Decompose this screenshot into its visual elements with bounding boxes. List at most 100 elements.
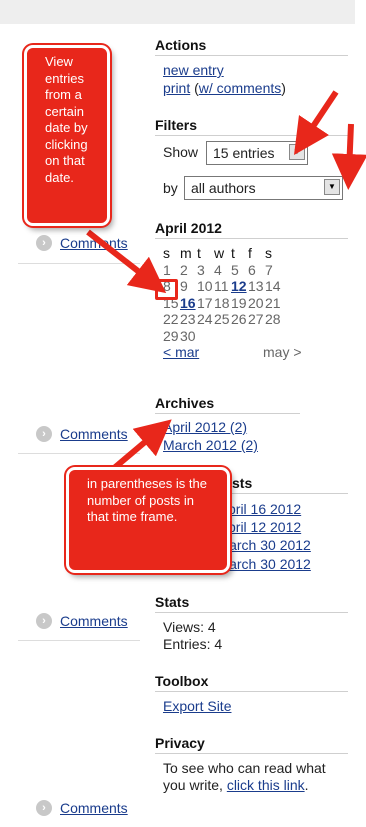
- calendar-day: 2: [180, 261, 188, 278]
- calendar-day: 9: [180, 278, 188, 294]
- calendar-week: 15 16 17 18 19 20 21: [163, 295, 323, 312]
- calendar-day: 19: [231, 294, 247, 311]
- calendar-day: [231, 328, 248, 345]
- recent-post-item[interactable]: larch 30 2012: [226, 537, 311, 553]
- toolbox-heading: Toolbox: [155, 673, 209, 689]
- top-bar: [0, 0, 355, 24]
- privacy-heading: Privacy: [155, 735, 205, 751]
- archive-item[interactable]: March 2012 (2): [163, 437, 258, 453]
- privacy-link[interactable]: click this link: [227, 777, 305, 793]
- calendar-day: 23: [180, 311, 196, 327]
- weekday-label: t: [231, 245, 235, 261]
- divider: [155, 753, 348, 754]
- comments-link[interactable]: Comments: [60, 235, 128, 251]
- calendar-day: 5: [231, 261, 239, 278]
- calendar-day: 22: [163, 311, 179, 327]
- weekday-label: s: [163, 245, 170, 261]
- comments-link[interactable]: Comments: [60, 613, 128, 629]
- calendar-day: [265, 328, 282, 345]
- calendar-day: 1: [163, 261, 171, 278]
- weekday-label: t: [197, 245, 201, 261]
- calendar-day: 18: [214, 294, 230, 311]
- calendar-week: 8 9 10 11 12 13 14: [163, 278, 323, 295]
- comments-row[interactable]: › Comments: [36, 423, 128, 445]
- comments-link[interactable]: Comments: [60, 426, 128, 442]
- show-label: Show: [163, 144, 199, 160]
- comments-row[interactable]: › Comments: [36, 610, 128, 632]
- calendar-day: [214, 328, 231, 345]
- calendar-day: 24: [197, 311, 213, 327]
- divider: [18, 263, 140, 264]
- annotation-note-date: View entries from a certain date by clic…: [24, 45, 110, 226]
- archives-heading: Archives: [155, 395, 215, 411]
- stats-entries: Entries: 4: [163, 636, 223, 652]
- new-entry-link[interactable]: new entry: [163, 62, 224, 78]
- author-select[interactable]: all authors ▼: [184, 176, 343, 200]
- calendar-day-link[interactable]: 16: [180, 295, 196, 311]
- calendar-day: 26: [231, 311, 247, 327]
- arrow-to-show-select: [294, 90, 339, 155]
- print-link[interactable]: print: [163, 80, 190, 96]
- weekday-label: s: [265, 245, 272, 261]
- calendar-day: 20: [248, 294, 264, 311]
- calendar-day: 14: [265, 278, 281, 294]
- chevron-down-icon[interactable]: ▼: [324, 179, 340, 195]
- recent-post-item[interactable]: pril 16 2012: [228, 501, 301, 517]
- stats-views: Views: 4: [163, 619, 216, 635]
- calendar-week: 29 30: [163, 328, 323, 345]
- calendar-day: 25: [214, 311, 230, 327]
- privacy-text-line2: you write, click this link.: [163, 777, 309, 793]
- filters-heading: Filters: [155, 117, 198, 133]
- print-links: print (w/ comments): [163, 80, 286, 96]
- divider: [155, 135, 348, 136]
- calendar-day: 27: [248, 311, 264, 327]
- chevron-down-icon[interactable]: ▼: [289, 144, 305, 160]
- calendar-week: 1234567: [163, 262, 323, 279]
- weekday-label: w: [214, 245, 225, 261]
- weekday-label: f: [248, 245, 252, 261]
- calendar-weekdays: smtwtfs: [163, 245, 323, 262]
- divider: [232, 493, 348, 494]
- calendar-day: 3: [197, 261, 205, 278]
- calendar-day: 30: [180, 327, 196, 344]
- divider: [155, 238, 348, 239]
- calendar-day-link[interactable]: 12: [231, 278, 247, 294]
- calendar-day: 7: [265, 261, 273, 278]
- calendar-day: [197, 328, 214, 345]
- calendar-day: 10: [197, 278, 213, 294]
- calendar-day: 11: [214, 278, 229, 294]
- chevron-right-icon: ›: [36, 426, 52, 442]
- calendar-day: 13: [248, 278, 264, 294]
- calendar-day: [248, 328, 265, 345]
- recent-post-item[interactable]: pril 12 2012: [228, 519, 301, 535]
- chevron-right-icon: ›: [36, 800, 52, 816]
- calendar-day: 29: [163, 327, 179, 344]
- export-site-link[interactable]: Export Site: [163, 698, 231, 714]
- comments-link[interactable]: Comments: [60, 800, 128, 816]
- chevron-right-icon: ›: [36, 235, 52, 251]
- calendar-day: 17: [197, 294, 213, 311]
- show-select-value: 15 entries: [213, 145, 275, 161]
- next-month-text: may >: [263, 344, 302, 360]
- actions-heading: Actions: [155, 37, 207, 53]
- calendar-day: 6: [248, 261, 256, 278]
- calendar-day: 28: [265, 311, 281, 327]
- divider: [18, 640, 140, 641]
- stats-heading: Stats: [155, 594, 190, 610]
- divider: [155, 691, 348, 692]
- divider: [155, 612, 348, 613]
- highlight-box: [155, 279, 178, 300]
- archive-item[interactable]: April 2012 (2): [163, 419, 247, 435]
- privacy-text-line1: To see who can read what: [163, 760, 326, 776]
- calendar-week: 22 23 24 25 26 27 28: [163, 311, 323, 328]
- prev-month-link[interactable]: < mar: [163, 344, 199, 360]
- chevron-right-icon: ›: [36, 613, 52, 629]
- weekday-label: m: [180, 245, 192, 261]
- show-select[interactable]: 15 entries ▼: [206, 141, 308, 165]
- divider: [155, 413, 300, 414]
- by-label: by: [163, 180, 178, 196]
- comments-row[interactable]: › Comments: [36, 232, 128, 254]
- comments-row[interactable]: › Comments: [36, 797, 128, 819]
- recent-post-item[interactable]: larch 30 2012: [226, 556, 311, 572]
- print-with-comments-link[interactable]: w/ comments: [199, 80, 281, 96]
